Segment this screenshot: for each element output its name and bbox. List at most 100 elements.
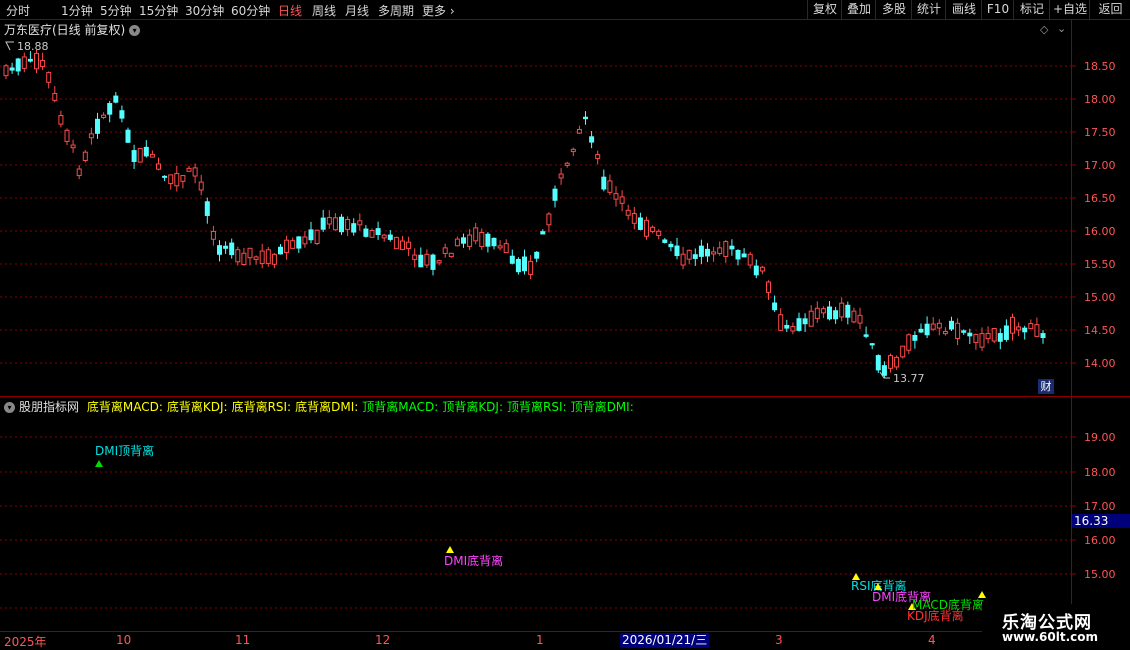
axis-label-oct: 10 — [116, 633, 132, 647]
candle — [534, 251, 540, 263]
period-weekly[interactable]: 周线 — [312, 2, 336, 19]
diamond-icon[interactable]: ◇ — [1040, 23, 1048, 36]
indicator-chart[interactable]: 19.0018.0017.0016.0015.00 DMI顶背离DMI底背离RS… — [0, 397, 1130, 631]
chevron-down-icon[interactable]: ▾ — [129, 25, 141, 36]
candle — [503, 239, 509, 254]
mark-button[interactable]: 标记 — [1013, 0, 1050, 19]
candle — [820, 306, 826, 319]
candle — [125, 127, 131, 143]
legend-bottom-kdj: 底背离KDJ: — [166, 400, 228, 414]
chart-title: 万东医疗(日线 前复权) ▾ — [4, 21, 141, 38]
candle — [979, 327, 985, 351]
candle — [314, 229, 320, 246]
axis-label-2025: 2025年 — [4, 635, 47, 649]
candle — [46, 71, 52, 89]
axis-label-mar: 3 — [775, 633, 783, 647]
collapse-icon[interactable]: ⌄ — [1057, 22, 1066, 35]
candle — [759, 265, 765, 275]
period-1min[interactable]: 1分钟 — [61, 2, 93, 19]
candle — [156, 157, 161, 171]
candle — [34, 50, 39, 74]
axis-label-apr: 4 — [928, 633, 936, 647]
period-30min[interactable]: 30分钟 — [185, 2, 224, 19]
multi-stock-button[interactable]: 多股 — [875, 0, 912, 19]
period-more[interactable]: 更多 › — [422, 2, 455, 19]
triangle-up-icon — [95, 460, 103, 467]
f10-button[interactable]: F10 — [981, 0, 1014, 19]
more-label: 更多 — [422, 4, 447, 18]
legend-top-rsi: 顶背离RSI: — [507, 400, 567, 414]
candle — [461, 233, 466, 248]
fuquan-button[interactable]: 复权 — [807, 0, 842, 19]
candle — [241, 247, 247, 266]
candle — [552, 185, 558, 208]
period-5min[interactable]: 5分钟 — [100, 2, 132, 19]
draw-line-button[interactable]: 画线 — [945, 0, 982, 19]
period-daily[interactable]: 日线 — [278, 2, 302, 19]
candle — [424, 249, 430, 268]
candle — [235, 246, 241, 266]
candle — [686, 249, 692, 265]
chevron-down-icon[interactable]: ▾ — [4, 402, 15, 413]
period-monthly[interactable]: 月线 — [345, 2, 369, 19]
chevron-right-icon: › — [446, 4, 455, 18]
candle — [418, 247, 424, 268]
price-tick-label: 18.50 — [1084, 60, 1116, 73]
legend-bottom-rsi: 底背离RSI: — [231, 400, 292, 414]
candle — [766, 280, 771, 300]
candle — [833, 306, 839, 324]
candle — [88, 127, 94, 145]
period-15min[interactable]: 15分钟 — [139, 2, 178, 19]
candle — [64, 128, 70, 146]
candle — [991, 327, 997, 344]
candle — [296, 236, 302, 253]
stock-title: 万东医疗(日线 前复权) — [4, 23, 126, 37]
candle — [247, 247, 253, 266]
candle — [186, 165, 192, 172]
candle — [735, 249, 741, 266]
axis-label-jan: 1 — [536, 633, 544, 647]
watermark-logo: 乐淘公式网 www.60lt.com — [982, 604, 1130, 650]
candle — [1010, 313, 1015, 341]
candle — [546, 212, 552, 233]
candle — [692, 248, 698, 266]
period-fenshi[interactable]: 分时 — [6, 2, 30, 19]
candle — [436, 259, 442, 266]
finance-badge[interactable]: 财 — [1038, 379, 1054, 394]
candle — [149, 150, 155, 158]
candle — [1016, 322, 1022, 337]
candlestick-chart[interactable]: 18.50 18.00 17.50 17.00 16.50 16.00 15.50 15.00… — [0, 20, 1130, 396]
candle — [253, 255, 259, 265]
candle — [491, 237, 497, 250]
period-multi[interactable]: 多周期 — [378, 2, 414, 19]
statistics-button[interactable]: 统计 — [911, 0, 946, 19]
legend-top-dmi: 顶背离DMI: — [570, 400, 634, 414]
candle — [278, 244, 283, 255]
axis-label-dec: 12 — [375, 633, 391, 647]
candle — [217, 240, 222, 262]
candle — [442, 243, 448, 258]
add-favorite-button[interactable]: +自选 — [1049, 0, 1090, 19]
candle — [845, 301, 851, 325]
candle — [168, 174, 174, 190]
candle — [717, 241, 723, 256]
candle — [82, 150, 88, 163]
legend-bottom-macd: 底背离MACD: — [86, 400, 163, 414]
high-marker: 18.88 — [5, 40, 49, 53]
candle — [778, 308, 784, 331]
period-60min[interactable]: 60分钟 — [231, 2, 270, 19]
overlay-button[interactable]: 叠加 — [841, 0, 876, 19]
candle — [400, 236, 405, 251]
candle — [955, 318, 961, 346]
candle — [875, 354, 881, 373]
candle — [888, 353, 893, 373]
triangle-up-icon — [978, 591, 986, 598]
back-button[interactable]: 返回 — [1089, 0, 1130, 19]
candle — [851, 307, 857, 324]
candle — [210, 225, 216, 246]
candle — [95, 112, 100, 139]
candle — [259, 243, 265, 269]
axis-label-nov: 11 — [235, 633, 251, 647]
candle — [540, 229, 546, 235]
signal-label: DMI底背离 — [444, 553, 503, 568]
